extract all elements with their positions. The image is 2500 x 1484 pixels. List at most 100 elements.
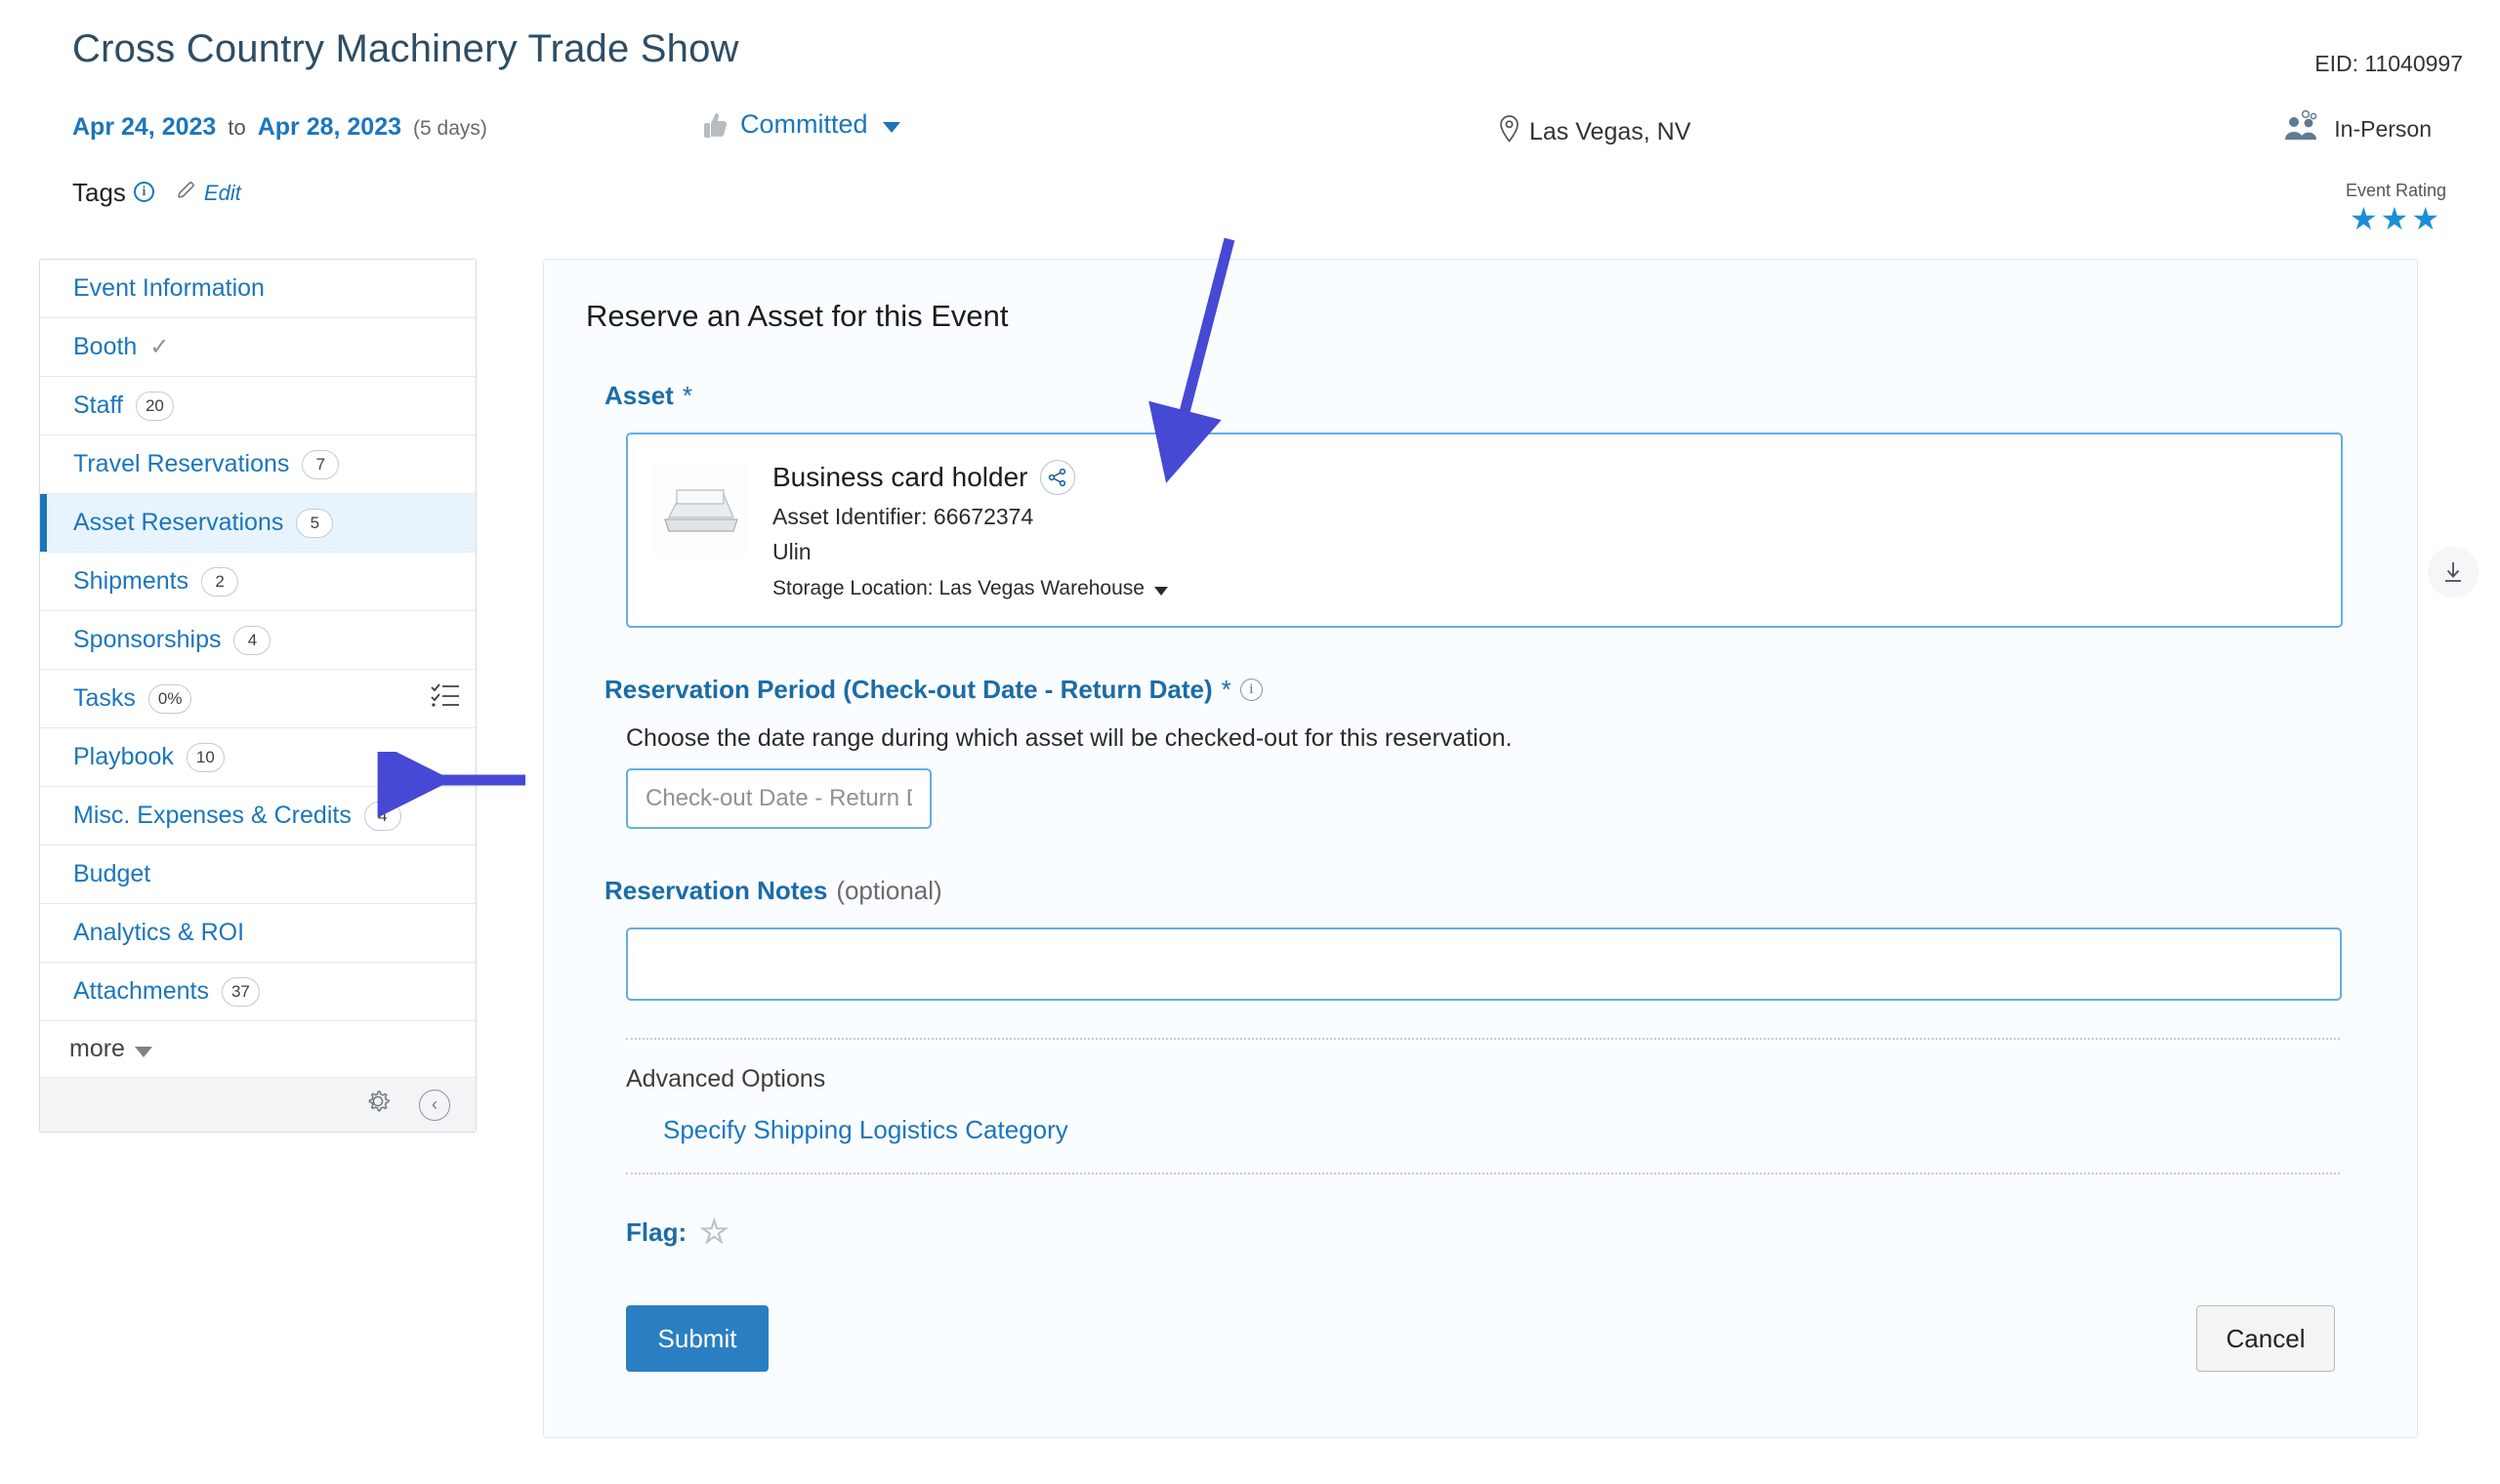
sidebar-item-playbook[interactable]: Playbook 10 xyxy=(40,728,476,787)
reservation-notes-label: Reservation Notes (optional) xyxy=(604,876,2417,906)
asset-storage-label: Storage Location: Las Vegas Warehouse xyxy=(772,577,1145,599)
sidebar-item-badge: 5 xyxy=(296,508,334,538)
cancel-button[interactable]: Cancel xyxy=(2196,1305,2335,1372)
event-location: Las Vegas, NV xyxy=(1499,115,1690,149)
sidebar-item-badge: 4 xyxy=(363,801,401,831)
chevron-down-icon xyxy=(134,1046,152,1057)
sidebar-item-shipments[interactable]: Shipments 2 xyxy=(40,553,476,611)
asset-name: Business card holder xyxy=(772,462,1028,492)
download-button[interactable] xyxy=(2428,547,2479,598)
event-status-label: Committed xyxy=(740,109,868,139)
gear-icon[interactable] xyxy=(364,1088,392,1122)
event-duration: (5 days) xyxy=(413,117,487,140)
edit-tags-button[interactable]: Edit xyxy=(176,180,241,207)
sidebar-item-badge: 4 xyxy=(233,625,271,655)
reservation-period-label: Reservation Period (Check-out Date - Ret… xyxy=(604,675,2417,705)
date-range-input[interactable] xyxy=(626,768,932,829)
people-icon xyxy=(2283,109,2322,148)
location-pin-icon xyxy=(1499,115,1520,149)
tags-label: Tags xyxy=(72,178,126,207)
asset-details: Business card holder Asset Identifier: 6… xyxy=(772,452,1168,600)
pencil-icon xyxy=(176,180,197,207)
event-mode: In-Person xyxy=(2283,109,2432,148)
edit-label: Edit xyxy=(203,180,241,205)
selected-asset-card[interactable]: Business card holder Asset Identifier: 6… xyxy=(626,433,2343,628)
period-label-text: Reservation Period (Check-out Date - Ret… xyxy=(604,675,1213,704)
event-rating-label: Event Rating xyxy=(2345,181,2446,200)
sidebar-item-staff[interactable]: Staff 20 xyxy=(40,377,476,435)
event-id: EID: 11040997 xyxy=(2314,51,2463,76)
flag-label: Flag: xyxy=(626,1216,688,1247)
sidebar-item-badge: 37 xyxy=(221,976,260,1007)
sidebar-item-label: Misc. Expenses & Credits xyxy=(73,802,352,829)
info-icon[interactable]: i xyxy=(1239,679,1263,701)
sidebar-item-label: Shipments xyxy=(73,567,189,595)
event-location-label: Las Vegas, NV xyxy=(1529,118,1691,145)
check-icon: ✓ xyxy=(149,334,170,360)
advanced-options-label: Advanced Options xyxy=(626,1065,826,1092)
tags-row: Tags i Edit xyxy=(72,178,241,208)
sidebar-item-badge: 10 xyxy=(186,742,225,772)
event-rating: Event Rating ★★★ xyxy=(2346,181,2446,234)
sidebar-item-label: Travel Reservations xyxy=(73,450,290,477)
section-navigation-sidebar: Event Information Booth ✓ Staff 20 Trave… xyxy=(39,259,477,1133)
sidebar-footer: ‹ xyxy=(40,1078,476,1132)
specify-shipping-logistics-link[interactable]: Specify Shipping Logistics Category xyxy=(663,1115,2417,1145)
sidebar-item-badge: 0% xyxy=(147,683,192,714)
optional-marker: (optional) xyxy=(836,876,942,905)
sidebar-item-label: Asset Reservations xyxy=(73,509,284,536)
sidebar-item-misc-expenses-credits[interactable]: Misc. Expenses & Credits 4 xyxy=(40,787,476,845)
event-date-range: Apr 24, 2023 to Apr 28, 2023 (5 days) xyxy=(72,113,487,142)
sidebar-item-budget[interactable]: Budget xyxy=(40,845,476,904)
divider-bottom xyxy=(626,1173,2340,1175)
asset-storage-location[interactable]: Storage Location: Las Vegas Warehouse xyxy=(772,577,1168,600)
sidebar-more-label: more xyxy=(69,1035,125,1062)
divider-top xyxy=(626,1038,2340,1040)
sidebar-item-label: Playbook xyxy=(73,743,174,770)
reserve-asset-form-panel: Reserve an Asset for this Event Asset * … xyxy=(543,259,2418,1438)
page-title: Cross Country Machinery Trade Show xyxy=(72,27,739,70)
sidebar-item-label: Budget xyxy=(73,860,151,887)
sidebar-item-label: Staff xyxy=(73,392,123,419)
event-status-dropdown[interactable]: Committed xyxy=(697,109,900,140)
sidebar-item-asset-reservations[interactable]: Asset Reservations 5 xyxy=(40,494,476,553)
event-rating-stars[interactable]: ★★★ xyxy=(2346,203,2446,234)
reservation-notes-input[interactable] xyxy=(626,928,2342,1001)
checklist-icon xyxy=(431,682,460,715)
period-help-text: Choose the date range during which asset… xyxy=(626,724,1513,752)
sidebar-item-sponsorships[interactable]: Sponsorships 4 xyxy=(40,611,476,670)
sidebar-item-booth[interactable]: Booth ✓ xyxy=(40,318,476,377)
event-start-date[interactable]: Apr 24, 2023 xyxy=(72,113,216,142)
sidebar-item-label: Sponsorships xyxy=(73,626,222,653)
sidebar-item-analytics-roi[interactable]: Analytics & ROI xyxy=(40,904,476,963)
share-icon[interactable] xyxy=(1040,460,1076,495)
sidebar-item-label: Tasks xyxy=(73,684,136,712)
chevron-down-icon xyxy=(882,122,900,133)
info-icon[interactable]: i xyxy=(133,182,154,202)
sidebar-item-travel-reservations[interactable]: Travel Reservations 7 xyxy=(40,435,476,494)
sidebar-item-attachments[interactable]: Attachments 37 xyxy=(40,963,476,1021)
asset-thumbnail xyxy=(653,462,747,556)
notes-label-text: Reservation Notes xyxy=(604,876,828,905)
asset-owner: Ulin xyxy=(772,539,812,564)
sidebar-more-button[interactable]: more xyxy=(40,1021,476,1078)
sidebar-item-badge: 7 xyxy=(302,449,340,479)
flag-star-icon[interactable]: ☆ xyxy=(699,1216,729,1249)
sidebar-item-tasks[interactable]: Tasks 0% xyxy=(40,670,476,728)
collapse-sidebar-button[interactable]: ‹ xyxy=(419,1089,450,1121)
event-mode-label: In-Person xyxy=(2334,115,2432,142)
form-actions: Submit Cancel xyxy=(626,1305,2335,1372)
chevron-down-icon xyxy=(1153,587,1168,596)
sidebar-item-badge: 20 xyxy=(135,391,174,421)
asset-label-text: Asset xyxy=(604,381,674,410)
event-end-date[interactable]: Apr 28, 2023 xyxy=(258,113,401,142)
form-title: Reserve an Asset for this Event xyxy=(586,299,1009,333)
submit-button[interactable]: Submit xyxy=(626,1305,769,1372)
asset-field-label: Asset * xyxy=(604,381,2417,411)
thumbs-up-icon xyxy=(697,110,729,140)
sidebar-item-label: Event Information xyxy=(73,274,265,302)
sidebar-item-badge: 2 xyxy=(201,566,239,597)
sidebar-item-event-information[interactable]: Event Information xyxy=(40,260,476,318)
sidebar-item-label: Attachments xyxy=(73,977,209,1005)
sidebar-item-label: Booth xyxy=(73,333,138,360)
